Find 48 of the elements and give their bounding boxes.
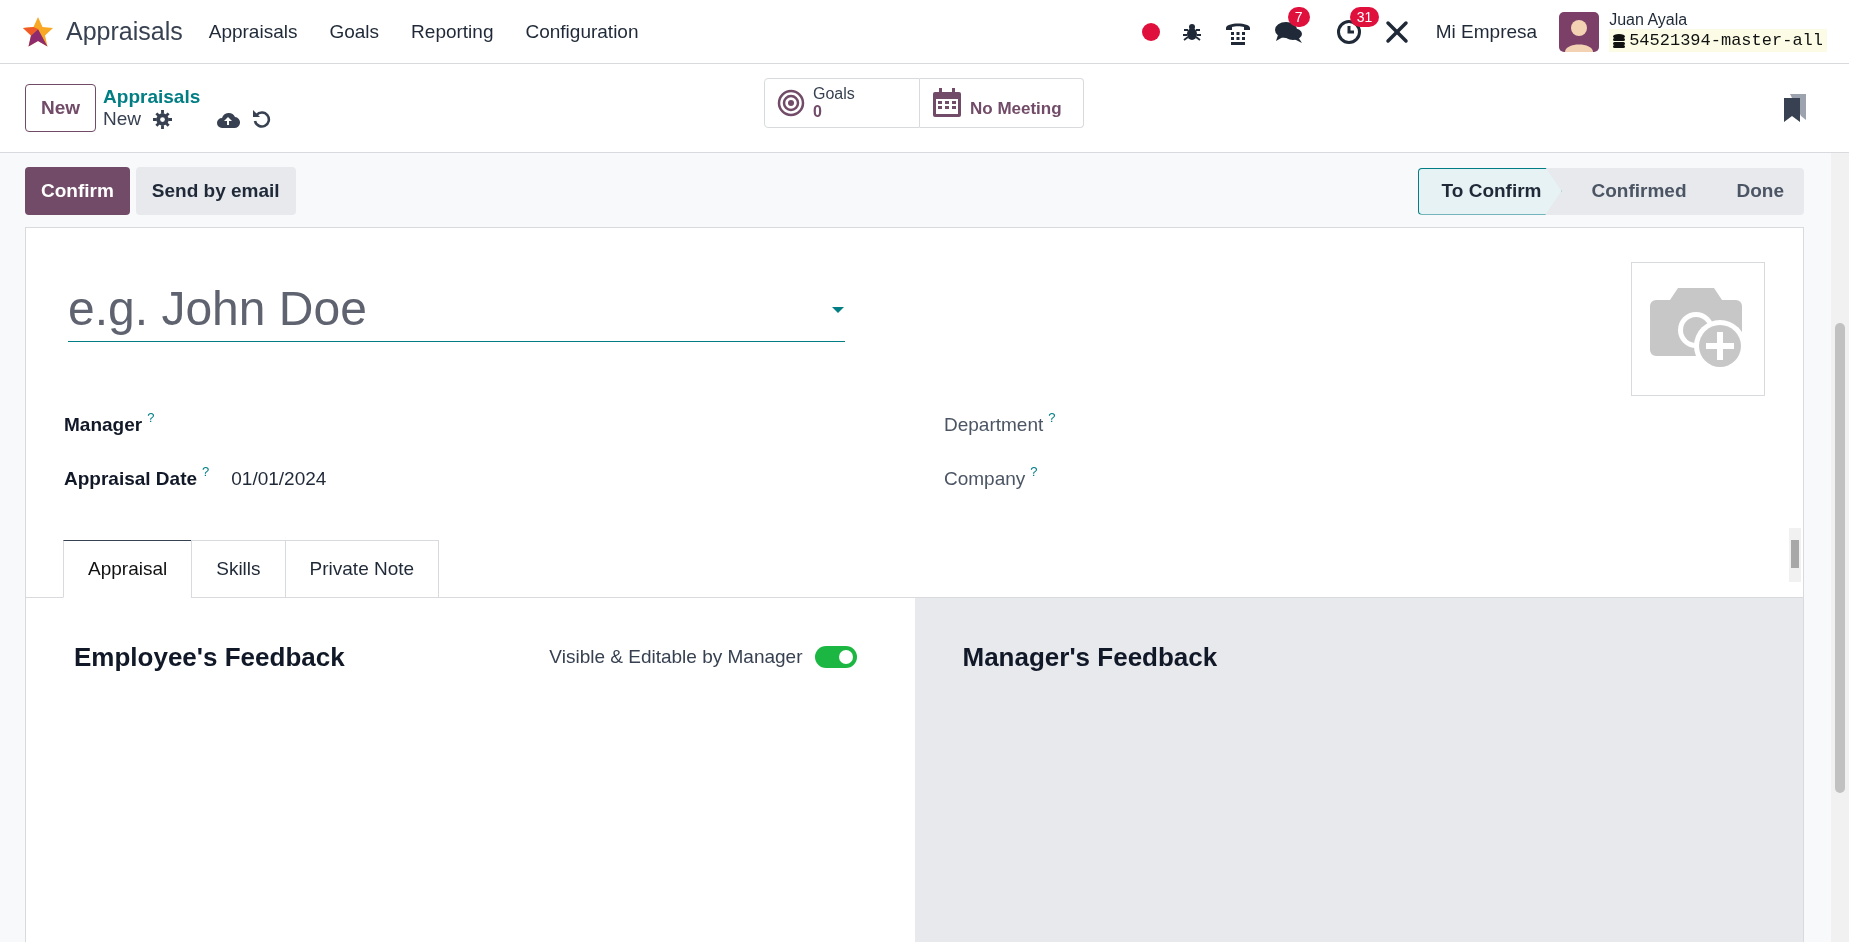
scrollbar[interactable]: [1831, 153, 1849, 942]
record-dot-icon[interactable]: [1141, 22, 1160, 41]
field-label: Company: [944, 468, 1026, 490]
field-label: Department: [944, 414, 1044, 436]
database-icon: [1613, 33, 1626, 48]
field-label: Manager: [64, 414, 143, 436]
menu-item[interactable]: Reporting: [411, 20, 494, 43]
field-label: Appraisal Date: [64, 468, 198, 490]
form-tab[interactable]: Skills: [191, 540, 286, 598]
toggle-label: Visible & Editable by Manager: [549, 646, 803, 668]
status-step[interactable]: To Confirm: [1417, 167, 1562, 215]
help-tooltip-mark[interactable]: ?: [1048, 410, 1056, 425]
section-title: Employee's Feedback: [74, 642, 345, 673]
meeting-smart-button[interactable]: No Meeting: [920, 78, 1084, 128]
date-value[interactable]: 01/01/2024: [231, 468, 327, 490]
section-title: Manager's Feedback: [962, 642, 1219, 673]
new-button[interactable]: New: [25, 84, 97, 132]
scrollbar[interactable]: [1789, 528, 1801, 582]
company-switcher[interactable]: Mi Empresa: [1435, 20, 1538, 43]
record-title: New: [103, 108, 142, 130]
menu-item[interactable]: Configuration: [525, 20, 639, 43]
send-email-button[interactable]: Send by email: [135, 167, 296, 215]
user-name[interactable]: Juan Ayala: [1609, 11, 1827, 29]
form-tab[interactable]: Private Note: [284, 540, 440, 598]
dropdown-caret-icon[interactable]: [831, 306, 845, 314]
bookmarks-icon[interactable]: [1784, 94, 1806, 122]
database-label: 54521394-master-all: [1609, 29, 1827, 52]
app-logo-icon[interactable]: [22, 15, 54, 48]
undo-icon[interactable]: [252, 109, 273, 129]
menu-item[interactable]: Appraisals: [208, 20, 298, 43]
help-tooltip-mark[interactable]: ?: [147, 410, 155, 425]
bug-icon[interactable]: [1181, 21, 1202, 42]
employee-name-field[interactable]: e.g. John Doe: [68, 276, 845, 342]
visibility-toggle[interactable]: [814, 646, 857, 668]
calendar-icon: [932, 88, 962, 118]
help-tooltip-mark[interactable]: ?: [1030, 464, 1038, 479]
user-avatar[interactable]: [1559, 11, 1600, 52]
app-title[interactable]: Appraisals: [66, 17, 183, 46]
form-tab[interactable]: Appraisal: [63, 540, 193, 598]
help-tooltip-mark[interactable]: ?: [202, 464, 210, 479]
target-icon: [777, 89, 805, 117]
menu-item[interactable]: Goals: [329, 20, 380, 43]
goals-smart-button[interactable]: Goals 0: [764, 78, 920, 128]
notification-badge: 7: [1287, 6, 1310, 27]
confirm-button[interactable]: Confirm: [25, 167, 130, 215]
breadcrumb-link[interactable]: Appraisals: [103, 86, 273, 108]
settings-icon[interactable]: [153, 109, 173, 129]
notification-badge: 31: [1349, 6, 1380, 27]
